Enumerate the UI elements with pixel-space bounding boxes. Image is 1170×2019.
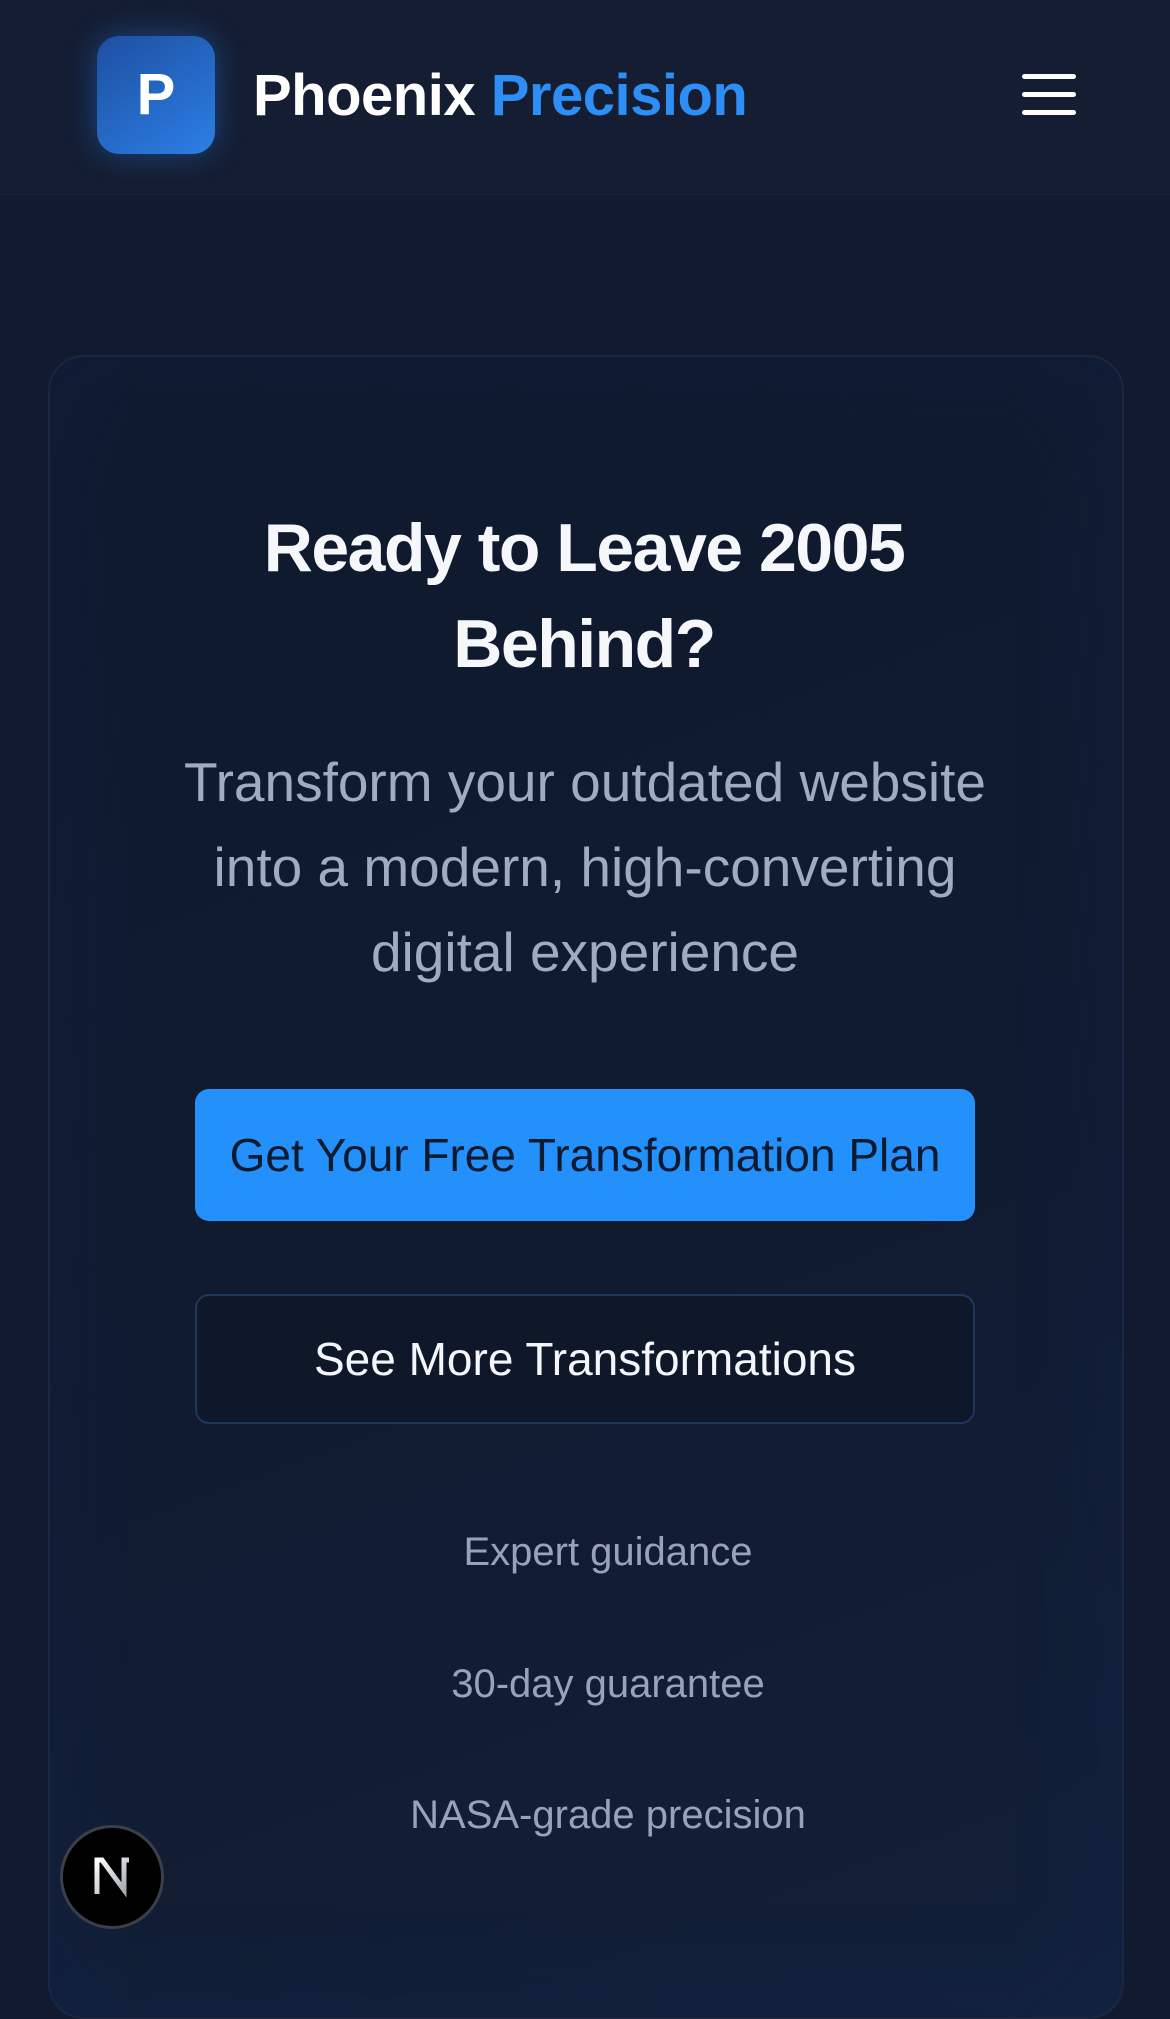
feature-expert-guidance: Expert guidance (463, 1530, 753, 1574)
feature-precision: NASA-grade precision (410, 1793, 806, 1837)
get-free-plan-button[interactable]: Get Your Free Transformation Plan (195, 1089, 975, 1221)
logo-icon[interactable]: P (97, 36, 215, 154)
nextjs-dev-badge-icon[interactable] (60, 1825, 164, 1929)
brand-name[interactable]: Phoenix Precision (253, 58, 748, 134)
cta-headline-text: Ready to Leave 2005 Behind? (263, 510, 906, 682)
logo-letter: P (136, 62, 176, 127)
brand-name-primary: Phoenix (253, 63, 476, 128)
menu-line-top (1022, 74, 1076, 79)
cta-subtitle: Transform your outdated website into a m… (184, 751, 986, 983)
menu-line-middle (1022, 92, 1076, 97)
menu-line-bottom (1022, 110, 1076, 115)
brand-name-accent: Precision (490, 63, 748, 128)
cta-headline: Ready to Leave 2005 Behind? (48, 500, 1120, 692)
see-more-transformations-button[interactable]: See More Transformations (195, 1294, 975, 1424)
feature-guarantee: 30-day guarantee (451, 1662, 765, 1706)
n-logo-icon (94, 1857, 129, 1898)
hamburger-menu-icon[interactable] (1018, 70, 1078, 120)
site-header: P Phoenix Precision (0, 0, 1170, 195)
